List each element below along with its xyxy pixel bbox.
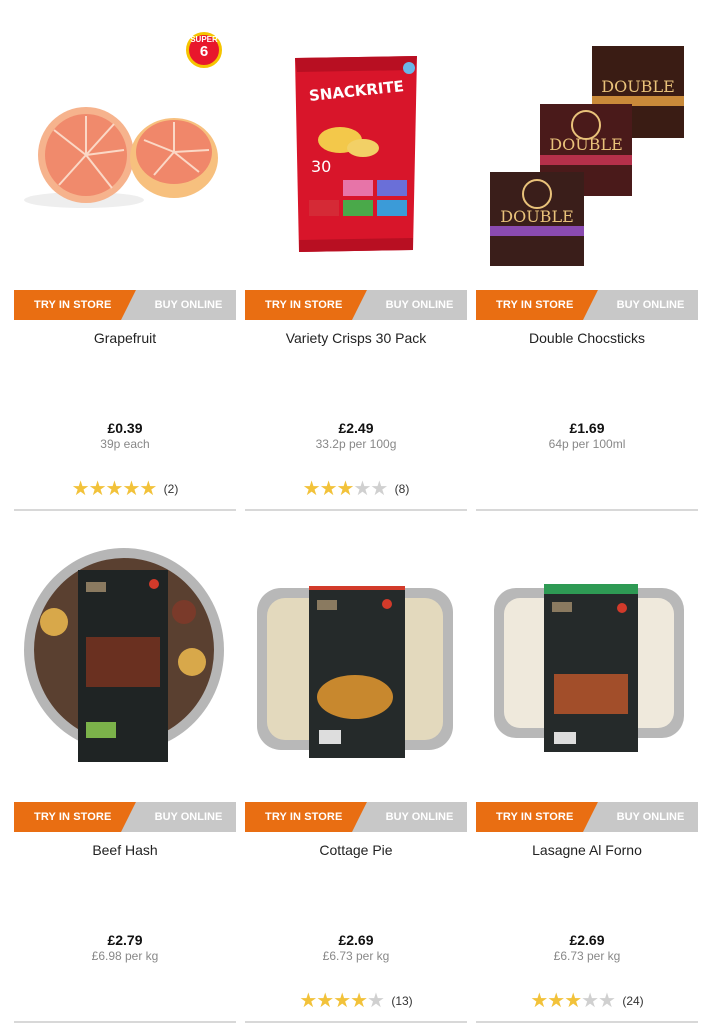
product-price: £2.79 — [107, 932, 143, 948]
product-card[interactable]: TRY IN STORE BUY ONLINE Cottage Pie £2.6… — [245, 512, 467, 1024]
product-name[interactable]: Grapefruit — [14, 330, 236, 346]
svg-text:DOUBLE: DOUBLE — [549, 135, 623, 154]
super-six-badge: SUPER 6 — [186, 32, 222, 68]
buy-online-button[interactable]: BUY ONLINE — [583, 802, 698, 832]
star-rating: ★★★★★ — [530, 990, 616, 1012]
unit-price: £6.73 per kg — [553, 949, 621, 963]
try-in-store-button[interactable]: TRY IN STORE — [14, 802, 139, 832]
purchase-options: TRY IN STORE BUY ONLINE — [14, 290, 236, 320]
product-name[interactable]: Double Chocsticks — [476, 330, 698, 346]
product-card[interactable]: SUPER 6 TRY IN STORE BUY ONLINE Grapefru… — [14, 0, 236, 512]
product-card[interactable]: TRY IN STORE BUY ONLINE Lasagne Al Forno… — [476, 512, 698, 1024]
lasagne-tray-image[interactable] — [476, 512, 698, 782]
product-card[interactable]: SNACKRITE 30 TRY IN STORE BUY ONLINE Var… — [245, 0, 467, 512]
unit-price: £6.98 per kg — [91, 949, 159, 963]
buy-online-button[interactable]: BUY ONLINE — [352, 802, 467, 832]
cottage-pie-tray-image[interactable] — [245, 512, 467, 782]
star-rating: ★★★★★ — [299, 990, 385, 1012]
product-name[interactable]: Beef Hash — [14, 842, 236, 858]
product-price: £1.69 — [569, 420, 605, 436]
unit-price: 64p per 100ml — [548, 437, 626, 451]
purchase-options: TRY IN STORE BUY ONLINE — [14, 802, 236, 832]
svg-text:DOUBLE: DOUBLE — [601, 77, 675, 96]
crisps-bag-image[interactable]: SNACKRITE 30 — [245, 0, 467, 270]
divider — [476, 1021, 698, 1023]
ice-cream-boxes-image[interactable]: DOUBLE DOUBLE DOUBLE — [476, 0, 698, 270]
badge-number: 6 — [199, 43, 209, 60]
purchase-options: TRY IN STORE BUY ONLINE — [245, 290, 467, 320]
review-count: (13) — [391, 993, 413, 1008]
purchase-options: TRY IN STORE BUY ONLINE — [245, 802, 467, 832]
unit-price: 33.2p per 100g — [315, 437, 397, 451]
product-name[interactable]: Lasagne Al Forno — [476, 842, 698, 858]
purchase-options: TRY IN STORE BUY ONLINE — [476, 290, 698, 320]
product-card[interactable]: TRY IN STORE BUY ONLINE Beef Hash £2.79 … — [14, 512, 236, 1024]
purchase-options: TRY IN STORE BUY ONLINE — [476, 802, 698, 832]
try-in-store-button[interactable]: TRY IN STORE — [245, 290, 370, 320]
star-rating: ★★★★★ — [71, 478, 158, 500]
svg-text:30: 30 — [311, 157, 331, 176]
svg-text:DOUBLE: DOUBLE — [500, 207, 574, 226]
product-price: £2.69 — [569, 932, 605, 948]
buy-online-button[interactable]: BUY ONLINE — [121, 290, 236, 320]
review-count: (2) — [163, 481, 179, 496]
unit-price: 39p each — [100, 437, 150, 451]
try-in-store-button[interactable]: TRY IN STORE — [476, 290, 601, 320]
product-price: £2.69 — [338, 932, 374, 948]
product-price: £0.39 — [107, 420, 143, 436]
star-rating: ★★★★★ — [302, 478, 389, 500]
product-name[interactable]: Cottage Pie — [245, 842, 467, 858]
rating[interactable]: ★★★★★ (13) — [245, 988, 467, 1013]
try-in-store-button[interactable]: TRY IN STORE — [476, 802, 601, 832]
product-price: £2.49 — [338, 420, 374, 436]
divider — [14, 509, 236, 511]
try-in-store-button[interactable]: TRY IN STORE — [14, 290, 139, 320]
buy-online-button[interactable]: BUY ONLINE — [583, 290, 698, 320]
rating[interactable]: ★★★★★ (24) — [476, 988, 698, 1013]
product-grid: SUPER 6 TRY IN STORE BUY ONLINE Grapefru… — [0, 0, 711, 1024]
beef-hash-tray-image[interactable] — [14, 512, 236, 782]
review-count: (8) — [394, 481, 410, 496]
review-count: (24) — [622, 993, 644, 1008]
unit-price: £6.73 per kg — [322, 949, 390, 963]
product-card[interactable]: DOUBLE DOUBLE DOUBLE TRY IN STORE BUY ON… — [476, 0, 698, 512]
rating[interactable]: ★★★★★ (8) — [245, 476, 467, 501]
rating[interactable]: ★★★★★ (2) — [14, 476, 236, 501]
buy-online-button[interactable]: BUY ONLINE — [352, 290, 467, 320]
buy-online-button[interactable]: BUY ONLINE — [121, 802, 236, 832]
divider — [245, 509, 467, 511]
divider — [476, 509, 698, 511]
divider — [245, 1021, 467, 1023]
divider — [14, 1021, 236, 1023]
product-name[interactable]: Variety Crisps 30 Pack — [245, 330, 467, 346]
try-in-store-button[interactable]: TRY IN STORE — [245, 802, 370, 832]
